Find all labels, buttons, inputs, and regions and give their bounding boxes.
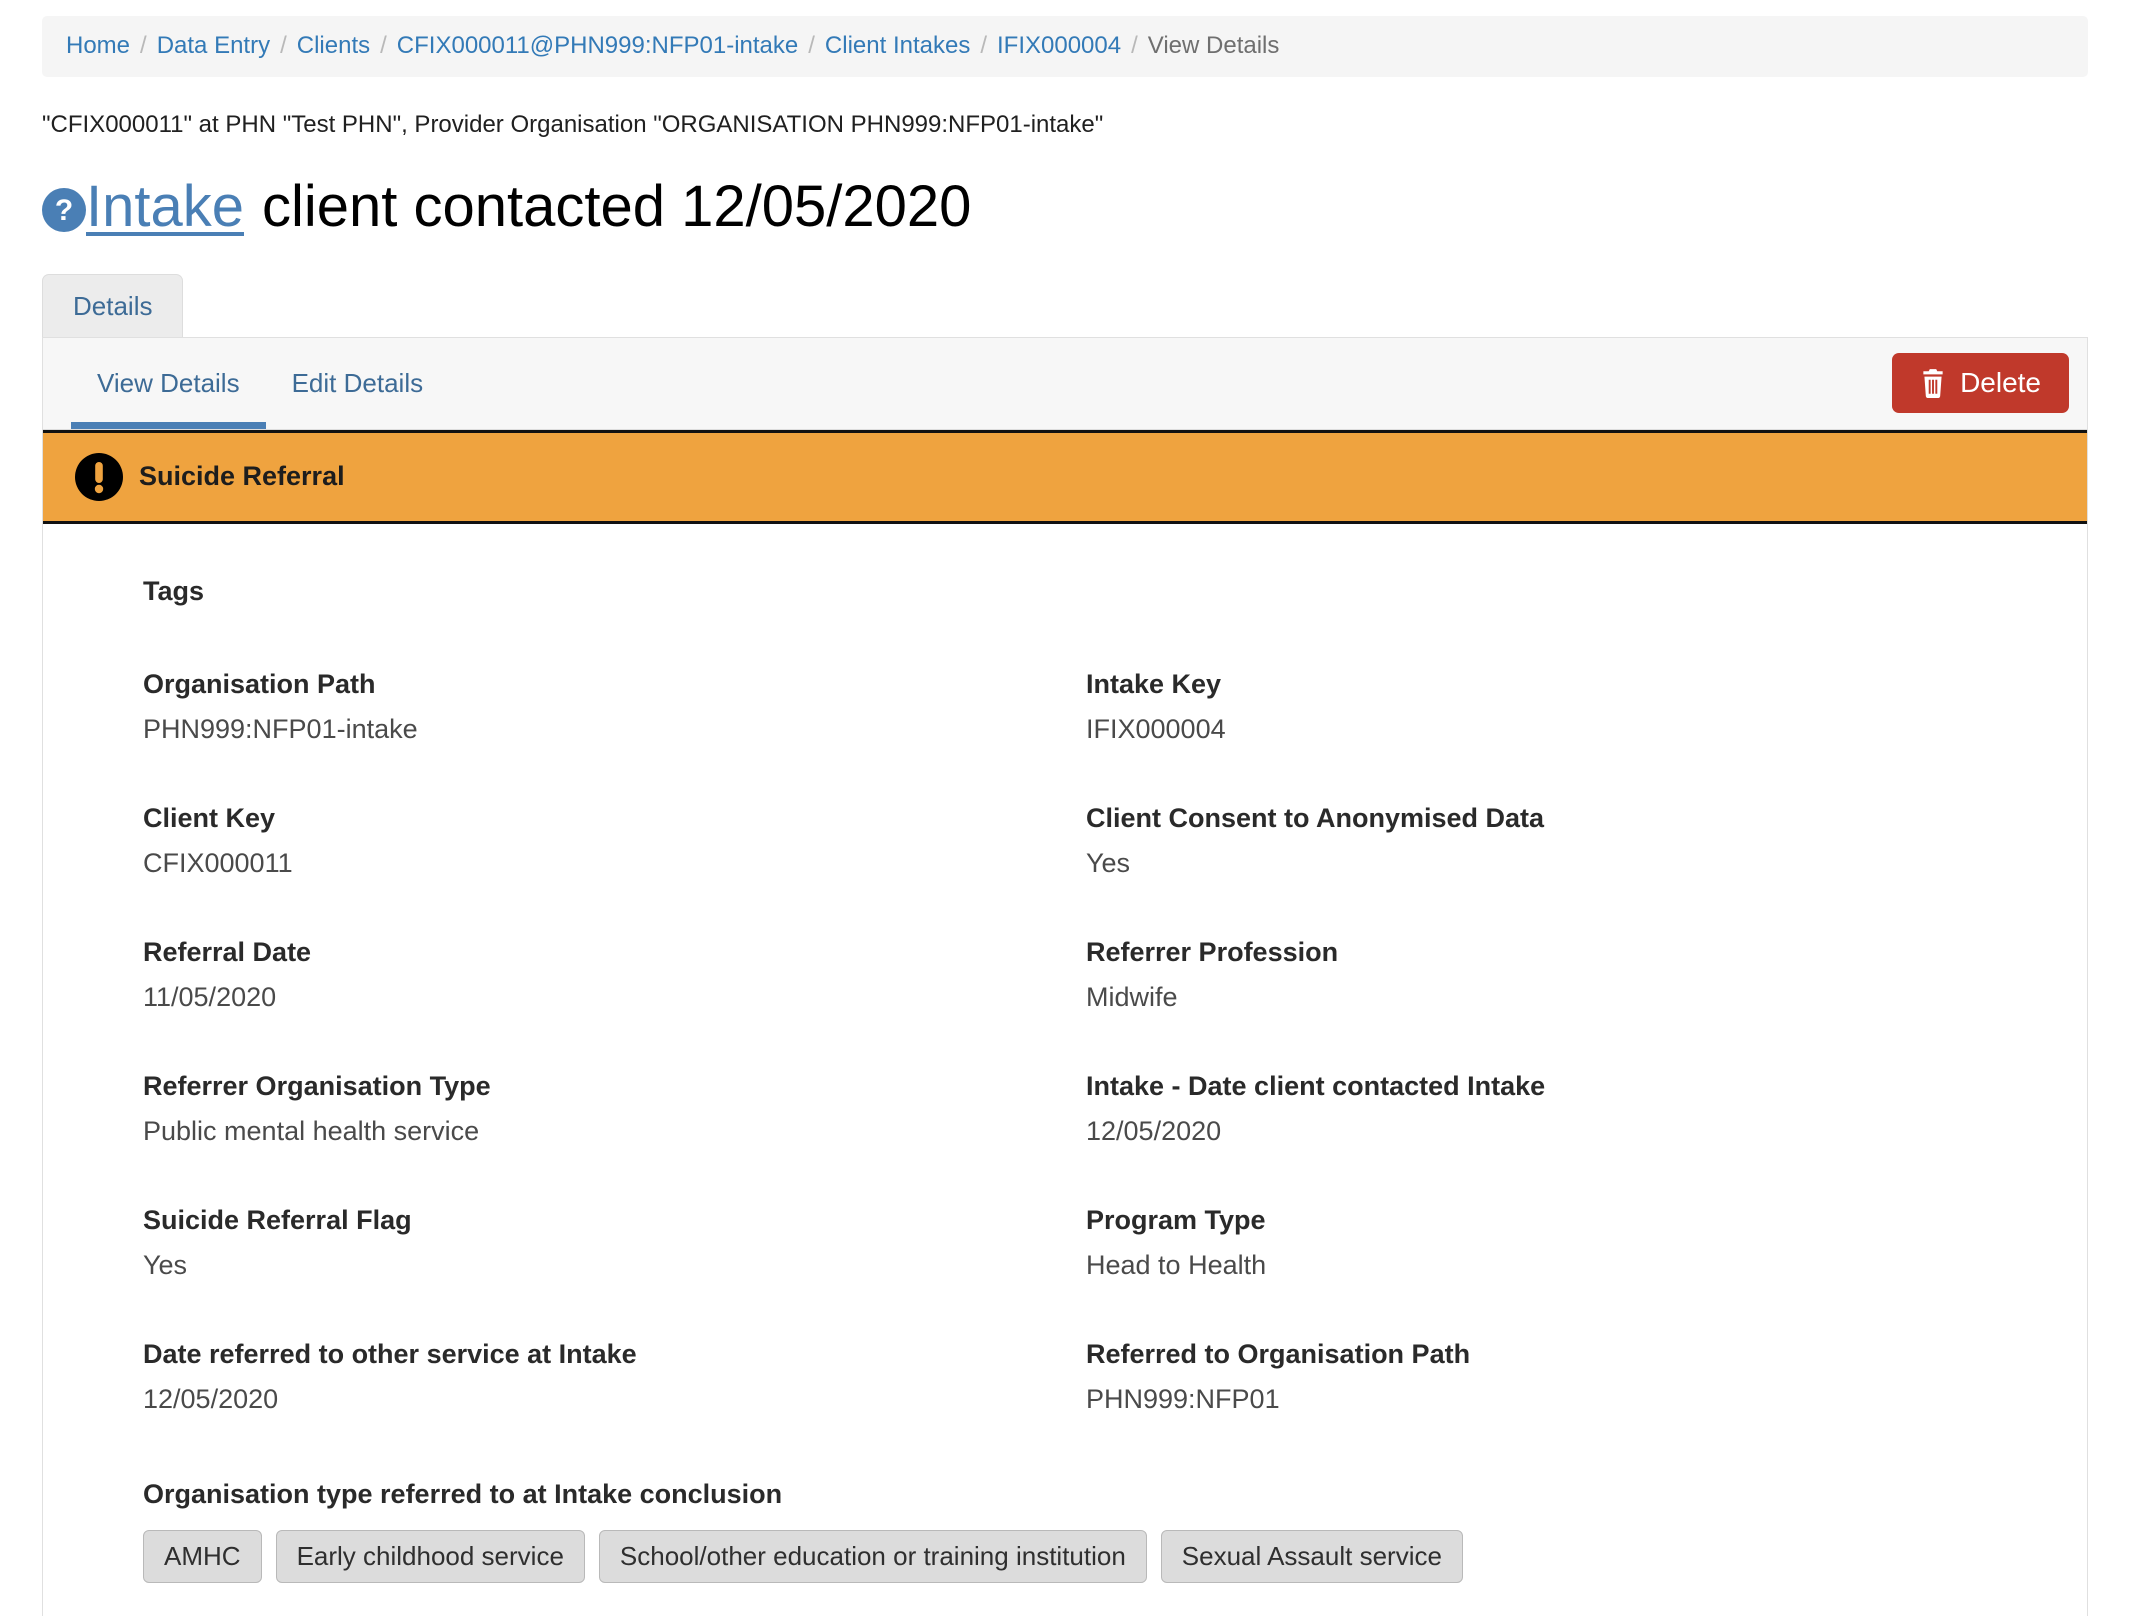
field-label: Intake Key xyxy=(1086,668,1222,699)
subtab-edit-details[interactable]: Edit Details xyxy=(266,338,450,429)
question-mark-icon[interactable]: ? xyxy=(42,188,86,233)
field-label: Suicide Referral Flag xyxy=(143,1204,412,1235)
page-title-text: client contacted 12/05/2020 xyxy=(262,173,972,239)
field-value: Public mental health service xyxy=(143,1115,480,1146)
delete-button[interactable]: Delete xyxy=(1892,353,2069,414)
field-label: Referral Date xyxy=(143,936,312,967)
field-suicide-referral-flag: Suicide Referral Flag Yes xyxy=(143,1205,1086,1281)
details-body: Tags Organisation Path PHN999:NFP01-intak… xyxy=(43,524,2087,1583)
subtab-view-details[interactable]: View Details xyxy=(71,338,266,429)
field-value: Midwife xyxy=(1086,981,1178,1012)
org-type-pill: School/other education or training insti… xyxy=(598,1529,1147,1583)
field-value: PHN999:NFP01 xyxy=(1086,1383,1280,1414)
org-type-pill: Early childhood service xyxy=(275,1529,585,1583)
field-label: Referred to Organisation Path xyxy=(1086,1338,1471,1369)
suicide-referral-alert: Suicide Referral xyxy=(43,429,2087,524)
field-label: Date referred to other service at Intake xyxy=(143,1338,637,1369)
field-value: 12/05/2020 xyxy=(1086,1115,1222,1146)
field-value: PHN999:NFP01-intake xyxy=(143,713,418,744)
breadcrumb-item-ifix000004[interactable]: IFIX000004 xyxy=(997,32,1121,59)
breadcrumb-item-data-entry[interactable]: Data Entry xyxy=(157,32,270,59)
field-value: Head to Health xyxy=(1086,1249,1267,1280)
field-value: Yes xyxy=(143,1249,188,1280)
trash-icon xyxy=(1923,369,1943,399)
field-client-key: Client Key CFIX000011 xyxy=(143,803,1086,879)
tags-heading: Tags xyxy=(143,575,205,606)
tab-details[interactable]: Details xyxy=(42,273,184,338)
field-label: Intake - Date client contacted Intake xyxy=(1086,1070,1546,1101)
field-label: Referrer Organisation Type xyxy=(143,1070,491,1101)
breadcrumb-separator: / xyxy=(380,32,387,59)
field-label: Program Type xyxy=(1086,1204,1266,1235)
exclamation-circle-icon xyxy=(75,452,123,501)
panel-toolbar: View Details Edit Details Delete xyxy=(43,337,2087,430)
field-value: Yes xyxy=(1086,847,1131,878)
breadcrumb-item-client-intakes[interactable]: Client Intakes xyxy=(825,32,970,59)
field-organisation-path: Organisation Path PHN999:NFP01-intake xyxy=(143,669,1086,745)
breadcrumb-item-cfix000011-phn999-nfp01-intake[interactable]: CFIX000011@PHN999:NFP01-intake xyxy=(397,32,798,59)
org-type-label: Organisation type referred to at Intake … xyxy=(143,1478,783,1509)
org-type-pill: Sexual Assault service xyxy=(1160,1529,1463,1583)
context-line: "CFIX000011" at PHN "Test PHN", Provider… xyxy=(42,110,1104,138)
field-intake-date-client-contacted-intake: Intake - Date client contacted Intake 12/… xyxy=(1086,1071,2029,1147)
breadcrumb-separator: / xyxy=(980,32,987,59)
field-label: Client Key xyxy=(143,802,276,833)
org-type-block: Organisation type referred to at Intake … xyxy=(143,1479,2029,1583)
delete-button-label: Delete xyxy=(1960,367,2041,399)
breadcrumb-item-home[interactable]: Home xyxy=(66,32,130,59)
breadcrumb-separator: / xyxy=(140,32,147,59)
field-label: Client Consent to Anonymised Data xyxy=(1086,802,1545,833)
field-date-referred-to-other-service-at-intake: Date referred to other service at Intake… xyxy=(143,1339,1086,1415)
intake-help-link[interactable]: Intake xyxy=(86,174,244,239)
field-referrer-organisation-type: Referrer Organisation Type Public mental … xyxy=(143,1071,1086,1147)
field-grid: Organisation Path PHN999:NFP01-intake Inta… xyxy=(143,669,2029,1415)
field-referred-to-organisation-path: Referred to Organisation Path PHN999:NFP0… xyxy=(1086,1339,2029,1415)
org-type-pill: AMHC xyxy=(143,1529,262,1583)
field-value: 12/05/2020 xyxy=(143,1383,279,1414)
org-type-pill-row: AMHC Early childhood service School/other … xyxy=(143,1529,2029,1583)
tab-strip: Details xyxy=(42,273,2088,338)
subtab-strip: View Details Edit Details xyxy=(43,338,449,429)
breadcrumb-item-clients[interactable]: Clients xyxy=(297,32,370,59)
field-referral-date: Referral Date 11/05/2020 xyxy=(143,937,1086,1013)
alert-label: Suicide Referral xyxy=(139,461,345,492)
field-referrer-profession: Referrer Profession Midwife xyxy=(1086,937,2029,1013)
field-value: CFIX000011 xyxy=(143,847,293,878)
details-panel: View Details Edit Details Delete Suicide… xyxy=(42,336,2088,1616)
breadcrumb-separator: / xyxy=(280,32,287,59)
field-value: 11/05/2020 xyxy=(143,981,277,1012)
field-value: IFIX000004 xyxy=(1086,713,1226,744)
field-program-type: Program Type Head to Health xyxy=(1086,1205,2029,1281)
breadcrumb-item-view-details: View Details xyxy=(1147,32,1280,59)
breadcrumb-separator: / xyxy=(1131,32,1138,59)
field-intake-key: Intake Key IFIX000004 xyxy=(1086,669,2029,745)
field-label: Referrer Profession xyxy=(1086,936,1339,967)
page-title: ? Intake client contacted 12/05/2020 xyxy=(42,173,2088,239)
field-client-consent-to-anonymised-data: Client Consent to Anonymised Data Yes xyxy=(1086,803,2029,879)
field-label: Organisation Path xyxy=(143,668,376,699)
breadcrumb: Home / Data Entry / Clients / CFIX000011@PHN99… xyxy=(42,16,2088,77)
breadcrumb-separator: / xyxy=(808,32,815,59)
